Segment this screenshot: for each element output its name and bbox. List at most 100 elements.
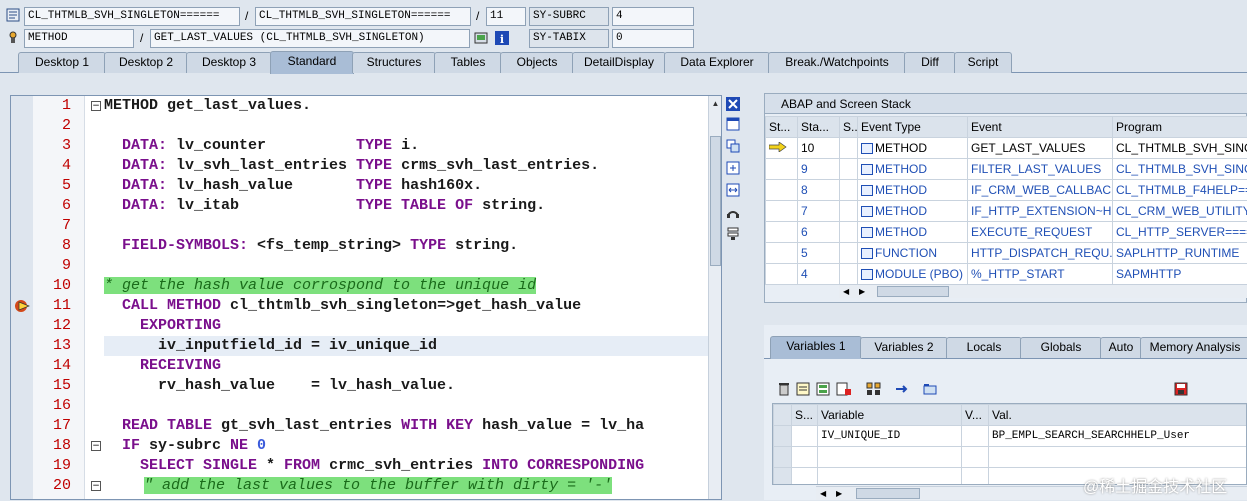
row-selector[interactable] [774, 426, 792, 447]
table-row[interactable] [774, 447, 1247, 468]
close-icon[interactable] [726, 97, 740, 111]
variable-name-input[interactable]: IV_UNIQUE_ID [818, 426, 962, 447]
hierarchy-icon[interactable] [866, 382, 882, 396]
column-header[interactable]: St... [766, 117, 798, 138]
program-name: CL_CRM_WEB_UTILITY= [1113, 201, 1247, 222]
open-folder-icon[interactable] [922, 382, 938, 396]
table-row[interactable]: 9 METHOD FILTER_LAST_VALUES CL_THTMLB_SV… [766, 159, 1247, 180]
swap-icon[interactable] [726, 183, 740, 197]
table-row[interactable]: 5 FUNCTION HTTP_DISPATCH_REQU... SAPLHTT… [766, 243, 1247, 264]
event-type: METHOD [858, 159, 968, 180]
table-row[interactable]: 4 MODULE (PBO) %_HTTP_START SAPMHTTP [766, 264, 1247, 285]
fold-toggle-icon[interactable]: − [91, 441, 101, 451]
event-type-field[interactable]: METHOD [24, 29, 134, 48]
column-header[interactable]: V... [962, 405, 989, 426]
tab-tables[interactable]: Tables [434, 52, 502, 73]
display-source-icon[interactable] [474, 31, 488, 45]
tab-detaildisplay[interactable]: DetailDisplay [572, 52, 666, 73]
save-icon[interactable] [1174, 382, 1188, 396]
column-header[interactable]: Event Type [858, 117, 968, 138]
stack-table: St... Sta... S... Event Type Event Progr… [765, 116, 1247, 285]
scroll-thumb[interactable] [710, 136, 721, 266]
event-type: METHOD [858, 138, 968, 159]
source-code-editor[interactable]: 1 2 3 4 5 6 7 8 9 10 11 12 13 14 15 16 1… [10, 95, 722, 500]
desktop-tabs: Desktop 1 Desktop 2 Desktop 3 Standard S… [0, 51, 1247, 73]
column-header[interactable]: S... [840, 117, 858, 138]
detail-view-icon[interactable] [816, 382, 830, 396]
code-line: SELECT SINGLE * FROM crmc_svh_entries IN… [104, 456, 644, 476]
tab-locals[interactable]: Locals [946, 337, 1022, 358]
stack-level: 6 [798, 222, 840, 243]
column-header[interactable]: S... [792, 405, 818, 426]
table-row[interactable]: 10 METHOD GET_LAST_VALUES CL_THTMLB_SVH_… [766, 138, 1247, 159]
maximize-icon[interactable] [726, 161, 740, 175]
tab-objects[interactable]: Objects [500, 52, 574, 73]
fold-toggle-icon[interactable]: − [91, 101, 101, 111]
code-line: EXPORTING [104, 316, 221, 336]
event-name: %_HTTP_START [968, 264, 1113, 285]
table-row[interactable]: 7 METHOD IF_HTTP_EXTENSION~H... CL_CRM_W… [766, 201, 1247, 222]
comment: * get the hash value corrospond to the u… [104, 277, 536, 294]
delete-icon[interactable] [777, 382, 791, 396]
scroll-right-icon[interactable]: ▶ [836, 487, 842, 501]
column-header[interactable]: Event [968, 117, 1113, 138]
tab-desktop-3[interactable]: Desktop 3 [186, 52, 272, 73]
variable-list-icon[interactable] [796, 382, 810, 396]
tab-desktop-2[interactable]: Desktop 2 [104, 52, 188, 73]
column-header[interactable]: Program [1113, 117, 1247, 138]
column-header[interactable]: Sta... [798, 117, 840, 138]
method-icon [6, 30, 20, 44]
column-header[interactable]: Variable [818, 405, 962, 426]
scroll-left-icon[interactable]: ◀ [820, 487, 826, 501]
sy-tabix-value[interactable]: 0 [612, 29, 694, 48]
replace-tool-icon[interactable] [726, 139, 740, 153]
scroll-right-icon[interactable]: ▶ [859, 285, 865, 299]
table-row[interactable]: IV_UNIQUE_ID BP_EMPL_SEARCH_SEARCHHELP_U… [774, 426, 1247, 447]
tab-memory-analysis[interactable]: Memory Analysis [1140, 337, 1247, 358]
scroll-thumb[interactable] [877, 286, 949, 297]
info-icon[interactable]: i [495, 31, 509, 45]
scroll-left-icon[interactable]: ◀ [843, 285, 849, 299]
tab-structures[interactable]: Structures [352, 52, 436, 73]
editor-scrollbar[interactable]: ▲ [708, 96, 722, 500]
tab-globals[interactable]: Globals [1020, 337, 1102, 358]
export-icon[interactable] [836, 382, 852, 396]
table-header-row: S... Variable V... Val. [774, 405, 1247, 426]
program-field[interactable]: CL_THTMLB_SVH_SINGLETON====== [24, 7, 240, 26]
code-text: rv_hash_value = lv_hash_value. [104, 377, 455, 394]
variable-value[interactable]: BP_EMPL_SEARCH_SEARCHHELP_User [989, 426, 1247, 447]
stack-horizontal-scrollbar[interactable]: ◀ ▶ [839, 284, 1247, 298]
tab-auto[interactable]: Auto [1100, 337, 1142, 358]
navigate-icon[interactable] [894, 382, 910, 396]
new-tool-icon[interactable] [726, 117, 740, 131]
scroll-thumb[interactable] [856, 488, 920, 499]
scroll-up-icon[interactable]: ▲ [710, 98, 721, 110]
include-field[interactable]: CL_THTMLB_SVH_SINGLETON====== [255, 7, 471, 26]
event-name-field[interactable]: GET_LAST_VALUES (CL_THTMLB_SVH_SINGLETON… [150, 29, 470, 48]
row-selector-header[interactable] [774, 405, 792, 426]
fold-toggle-icon[interactable]: − [91, 481, 101, 491]
line-number-field[interactable]: 11 [486, 7, 526, 26]
tab-breakpoints[interactable]: Break./Watchpoints [768, 52, 906, 73]
breakpoint-gutter[interactable] [11, 96, 33, 500]
tab-script[interactable]: Script [954, 52, 1012, 73]
tab-variables-2[interactable]: Variables 2 [860, 337, 948, 358]
settings-icon[interactable] [726, 227, 740, 241]
table-row[interactable]: 8 METHOD IF_CRM_WEB_CALLBACK... CL_THTML… [766, 180, 1247, 201]
separator: / [245, 7, 248, 26]
services-icon[interactable] [726, 205, 740, 219]
tab-standard[interactable]: Standard [270, 51, 354, 74]
current-arrow-cell [766, 138, 798, 159]
sy-field-value[interactable]: 4 [612, 7, 694, 26]
method-type-icon [861, 206, 873, 217]
column-header[interactable]: Val. [989, 405, 1247, 426]
tab-desktop-1[interactable]: Desktop 1 [18, 52, 106, 73]
tab-diff[interactable]: Diff [904, 52, 956, 73]
sy-field-name[interactable]: SY-SUBRC [529, 7, 609, 26]
table-row[interactable]: 6 METHOD EXECUTE_REQUEST CL_HTTP_SERVER=… [766, 222, 1247, 243]
tab-data-explorer[interactable]: Data Explorer [664, 52, 770, 73]
sy-tabix-name[interactable]: SY-TABIX [529, 29, 609, 48]
table-header-row: St... Sta... S... Event Type Event Progr… [766, 117, 1247, 138]
event-type: METHOD [858, 201, 968, 222]
tab-variables-1[interactable]: Variables 1 [770, 336, 862, 359]
